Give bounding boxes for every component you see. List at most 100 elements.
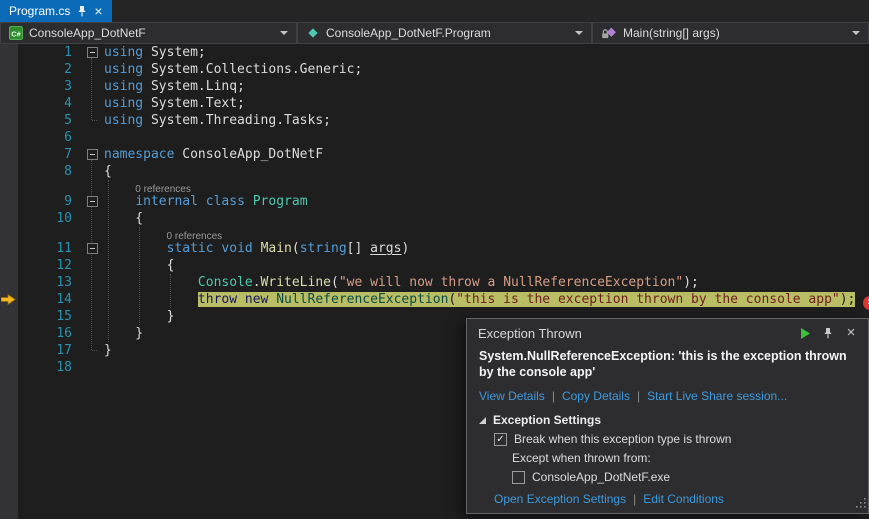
except-when-label: Except when thrown from: (512, 451, 651, 465)
line-number: 2 (18, 61, 80, 78)
outlining-margin-cell (80, 95, 104, 112)
close-icon[interactable]: × (842, 325, 860, 341)
breakpoint-margin-cell[interactable] (0, 129, 18, 146)
expander-expanded-icon[interactable] (479, 417, 486, 424)
copy-details-link[interactable]: Copy Details (562, 389, 630, 403)
outlining-margin-cell (80, 180, 104, 193)
breakpoint-margin-cell[interactable] (0, 193, 18, 210)
code-line: 14 throw new NullReferenceException("thi… (0, 291, 869, 308)
separator: | (552, 389, 555, 403)
code-text[interactable]: using System; (104, 44, 869, 61)
exception-settings-section[interactable]: Exception Settings (467, 403, 868, 427)
edit-conditions-link[interactable]: Edit Conditions (643, 492, 724, 506)
breakpoint-margin-cell[interactable] (0, 342, 18, 359)
breakpoint-margin-cell[interactable] (0, 274, 18, 291)
code-text[interactable]: { (104, 257, 869, 274)
outlining-margin-cell (80, 274, 104, 291)
code-line: 6 (0, 129, 869, 146)
breakpoint-margin-cell[interactable] (0, 78, 18, 95)
code-editor[interactable]: 1 using System; 2 using System.Collections.… (0, 44, 869, 519)
code-text[interactable]: 0 references (104, 180, 869, 193)
open-exception-settings-link[interactable]: Open Exception Settings (494, 492, 626, 506)
code-line: 12 { (0, 257, 869, 274)
code-text[interactable]: using System.Collections.Generic; (104, 61, 869, 78)
view-details-link[interactable]: View Details (479, 389, 545, 403)
code-line: 1 using System; (0, 44, 869, 61)
member-dropdown[interactable]: Main(string[] args) (592, 22, 869, 44)
module-checkbox-label: ConsoleApp_DotNetF.exe (532, 470, 670, 484)
chevron-down-icon (575, 31, 583, 35)
chevron-down-icon (852, 31, 860, 35)
visual-studio-window: Program.cs × C# ConsoleApp_DotNetF Conso… (0, 0, 869, 519)
code-text[interactable]: namespace ConsoleApp_DotNetF (104, 146, 869, 163)
execution-pointer-icon (1, 294, 16, 305)
live-share-link[interactable]: Start Live Share session... (647, 389, 787, 403)
code-text[interactable]: Console.WriteLine("we will now throw a N… (104, 274, 869, 291)
continue-execution-icon[interactable] (796, 325, 814, 341)
code-text[interactable] (104, 129, 869, 146)
csharp-project-icon: C# (9, 26, 23, 40)
breakpoint-margin-cell[interactable] (0, 291, 18, 308)
line-number: 4 (18, 95, 80, 112)
line-number: 14 (18, 291, 80, 308)
breakpoint-margin-cell[interactable] (0, 95, 18, 112)
outlining-margin-cell (80, 146, 104, 163)
line-number: 15 (18, 308, 80, 325)
code-text[interactable]: internal class Program (104, 193, 869, 210)
tab-title: Program.cs (9, 4, 70, 18)
outlining-margin-cell (80, 210, 104, 227)
svg-text:C#: C# (11, 29, 21, 38)
fold-toggle-icon[interactable] (87, 243, 98, 254)
fold-toggle-icon[interactable] (87, 196, 98, 207)
code-text[interactable]: using System.Text; (104, 95, 869, 112)
resize-grip-icon[interactable] (855, 497, 866, 511)
code-line: 7namespace ConsoleApp_DotNetF (0, 146, 869, 163)
type-dropdown[interactable]: ConsoleApp_DotNetF.Program (297, 22, 592, 44)
exception-thrown-popup: Exception Thrown × System.NullReferenceE… (466, 318, 869, 514)
breakpoint-margin-cell[interactable] (0, 308, 18, 325)
tab-bar: Program.cs × (0, 0, 869, 22)
breakpoint-margin-cell[interactable] (0, 325, 18, 342)
code-text[interactable]: 0 references (104, 227, 869, 240)
tab-program-cs[interactable]: Program.cs × (0, 0, 112, 22)
code-text[interactable]: using System.Threading.Tasks; (104, 112, 869, 129)
line-number: 8 (18, 163, 80, 180)
project-dropdown[interactable]: C# ConsoleApp_DotNetF (0, 22, 297, 44)
private-method-icon (601, 26, 617, 40)
outlining-margin-cell (80, 240, 104, 257)
code-text[interactable]: using System.Linq; (104, 78, 869, 95)
fold-toggle-icon[interactable] (87, 149, 98, 160)
break-checkbox-label: Break when this exception type is thrown (514, 432, 731, 446)
pin-icon[interactable] (819, 325, 837, 341)
code-text[interactable]: { (104, 163, 869, 180)
breakpoint-margin-cell[interactable] (0, 44, 18, 61)
line-number: 1 (18, 44, 80, 61)
line-number: 9 (18, 193, 80, 210)
outlining-margin-cell (80, 291, 104, 308)
code-line: 3using System.Linq; (0, 78, 869, 95)
breakpoint-margin-cell[interactable] (0, 146, 18, 163)
popup-header: Exception Thrown × (467, 319, 868, 343)
fold-toggle-icon[interactable] (87, 47, 98, 58)
breakpoint-margin-cell[interactable] (0, 61, 18, 78)
close-icon[interactable]: × (94, 4, 102, 18)
break-checkbox[interactable]: ✓ (494, 433, 507, 446)
popup-footer-links: Open Exception Settings|Edit Conditions (467, 484, 868, 506)
breakpoint-margin-cell[interactable] (0, 163, 18, 180)
code-text[interactable]: { (104, 210, 869, 227)
break-on-exception-row: ✓ Break when this exception type is thro… (467, 427, 868, 446)
breakpoint-margin-cell[interactable] (0, 359, 18, 376)
code-text[interactable]: throw new NullReferenceException("this i… (104, 291, 869, 308)
code-text[interactable]: static void Main(string[] args) (104, 240, 869, 257)
line-number: 5 (18, 112, 80, 129)
line-number: 11 (18, 240, 80, 257)
codelens-row: 0 references (0, 227, 869, 240)
breakpoint-margin-cell[interactable] (0, 227, 18, 240)
breakpoint-margin-cell[interactable] (0, 240, 18, 257)
breakpoint-margin-cell[interactable] (0, 257, 18, 274)
breakpoint-margin-cell[interactable] (0, 210, 18, 227)
module-checkbox[interactable] (512, 471, 525, 484)
breakpoint-margin-cell[interactable] (0, 112, 18, 129)
breakpoint-margin-cell[interactable] (0, 180, 18, 193)
pin-icon[interactable] (77, 5, 87, 17)
